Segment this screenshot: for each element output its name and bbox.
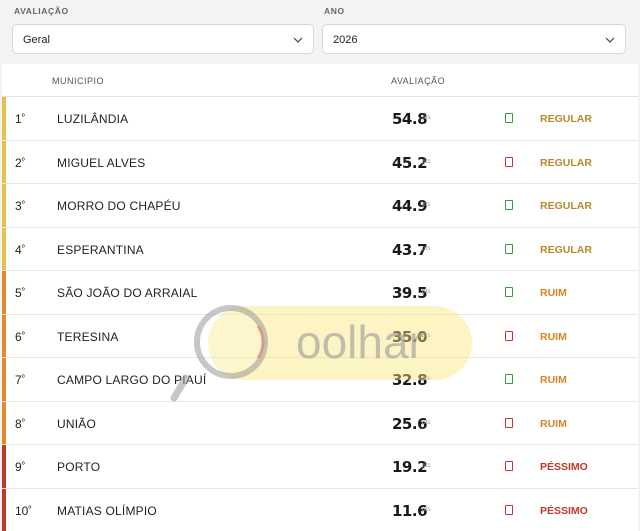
table-row[interactable]: 2º MIGUEL ALVES 45.2 pts REGULAR xyxy=(2,140,638,184)
score-unit: pts xyxy=(422,375,431,382)
chevron-down-icon xyxy=(293,37,303,43)
header-municipio: MUNICIPIO xyxy=(52,76,105,86)
status-badge: REGULAR xyxy=(540,156,592,169)
city-name: MATIAS OLÍMPIO xyxy=(57,503,157,518)
avaliacao-filter: AVALIAÇÃO Geral xyxy=(12,6,314,54)
status-badge: RUIM xyxy=(540,330,567,343)
status-badge: PÉSSIMO xyxy=(540,504,588,517)
city-name: PORTO xyxy=(57,460,101,474)
trend-down-icon xyxy=(505,461,513,471)
rank-color-bar xyxy=(2,140,6,183)
status-badge: RUIM xyxy=(540,287,567,299)
score-unit: pts xyxy=(422,288,431,295)
rank-color-bar xyxy=(2,488,6,531)
rank-color-bar xyxy=(2,358,6,401)
score-unit: pts xyxy=(422,114,431,121)
table-row[interactable]: 7º CAMPO LARGO DO PIAUÍ 32.8 pts RUIM xyxy=(2,358,638,402)
rank-position: 4º xyxy=(15,242,25,257)
score-unit: pts xyxy=(422,157,431,165)
city-name: ESPERANTINA xyxy=(57,242,144,257)
city-name: LUZILÂNDIA xyxy=(57,112,129,126)
score-unit: pts xyxy=(422,418,431,426)
ano-select[interactable]: 2026 xyxy=(322,24,626,54)
table-row[interactable]: 6º TERESINA 35.0 pts RUIM xyxy=(2,314,638,358)
rank-position: 5º xyxy=(15,286,25,300)
status-badge: REGULAR xyxy=(540,113,592,125)
score-unit: pts xyxy=(422,331,431,339)
city-name: MIGUEL ALVES xyxy=(57,155,146,170)
rank-position: 3º xyxy=(15,199,25,213)
avaliacao-filter-label: AVALIAÇÃO xyxy=(14,6,69,16)
rank-position: 8º xyxy=(15,416,25,431)
ranking-table: MUNICIPIO AVALIAÇÃO 1º LUZILÂNDIA 54.8 p… xyxy=(2,64,638,531)
table-row[interactable]: 10º MATIAS OLÍMPIO 11.6 pts PÉSSIMO xyxy=(2,488,638,531)
ano-select-value: 2026 xyxy=(333,34,358,46)
table-row[interactable]: 9º PORTO 19.2 pts PÉSSIMO xyxy=(2,445,638,489)
table-row[interactable]: 3º MORRO DO CHAPÉU 44.9 pts REGULAR xyxy=(2,184,638,228)
city-name: UNIÃO xyxy=(57,416,97,431)
status-badge: REGULAR xyxy=(540,243,592,256)
city-name: TERESINA xyxy=(57,329,119,344)
table-row[interactable]: 4º ESPERANTINA 43.7 pts REGULAR xyxy=(2,227,638,271)
header-avaliacao: AVALIAÇÃO xyxy=(391,76,446,86)
chevron-down-icon xyxy=(605,37,615,43)
rank-color-bar xyxy=(2,97,6,140)
rank-position: 1º xyxy=(15,112,25,126)
score-unit: pts xyxy=(422,244,431,252)
city-name: MORRO DO CHAPÉU xyxy=(57,199,181,213)
status-badge: REGULAR xyxy=(540,200,592,212)
rank-position: 9º xyxy=(15,460,25,474)
rank-position: 7º xyxy=(15,373,25,387)
ano-filter: ANO 2026 xyxy=(322,6,626,54)
score-unit: pts xyxy=(422,462,431,469)
rank-position: 10º xyxy=(15,503,32,518)
rank-color-bar xyxy=(2,314,6,357)
trend-down-icon xyxy=(505,417,513,428)
rank-color-bar xyxy=(2,227,6,270)
table-header: MUNICIPIO AVALIAÇÃO xyxy=(2,64,638,97)
trend-down-icon xyxy=(505,504,513,515)
score-unit: pts xyxy=(422,505,431,513)
status-badge: RUIM xyxy=(540,374,567,386)
rank-color-bar xyxy=(2,271,6,314)
trend-up-icon xyxy=(505,200,513,210)
trend-down-icon xyxy=(505,156,513,167)
score-unit: pts xyxy=(422,201,431,208)
trend-up-icon xyxy=(505,374,513,384)
avaliacao-select[interactable]: Geral xyxy=(12,24,314,54)
filters-bar: AVALIAÇÃO Geral ANO 2026 xyxy=(0,0,640,62)
status-badge: PÉSSIMO xyxy=(540,461,588,473)
rank-position: 6º xyxy=(15,329,25,344)
rank-color-bar xyxy=(2,445,6,488)
status-badge: RUIM xyxy=(540,417,567,430)
table-row[interactable]: 1º LUZILÂNDIA 54.8 pts REGULAR xyxy=(2,97,638,141)
city-name: SÃO JOÃO DO ARRAIAL xyxy=(57,286,198,300)
table-row[interactable]: 5º SÃO JOÃO DO ARRAIAL 39.5 pts RUIM xyxy=(2,271,638,315)
trend-up-icon xyxy=(505,243,513,254)
rank-color-bar xyxy=(2,401,6,444)
table-row[interactable]: 8º UNIÃO 25.6 pts RUIM xyxy=(2,401,638,445)
rank-position: 2º xyxy=(15,155,25,170)
trend-up-icon xyxy=(505,287,513,297)
rank-color-bar xyxy=(2,184,6,227)
city-name: CAMPO LARGO DO PIAUÍ xyxy=(57,373,207,387)
table-body: 1º LUZILÂNDIA 54.8 pts REGULAR 2º MIGUEL… xyxy=(2,97,638,531)
trend-up-icon xyxy=(505,113,513,123)
trend-down-icon xyxy=(505,330,513,341)
ano-filter-label: ANO xyxy=(324,6,345,16)
avaliacao-select-value: Geral xyxy=(23,34,50,46)
